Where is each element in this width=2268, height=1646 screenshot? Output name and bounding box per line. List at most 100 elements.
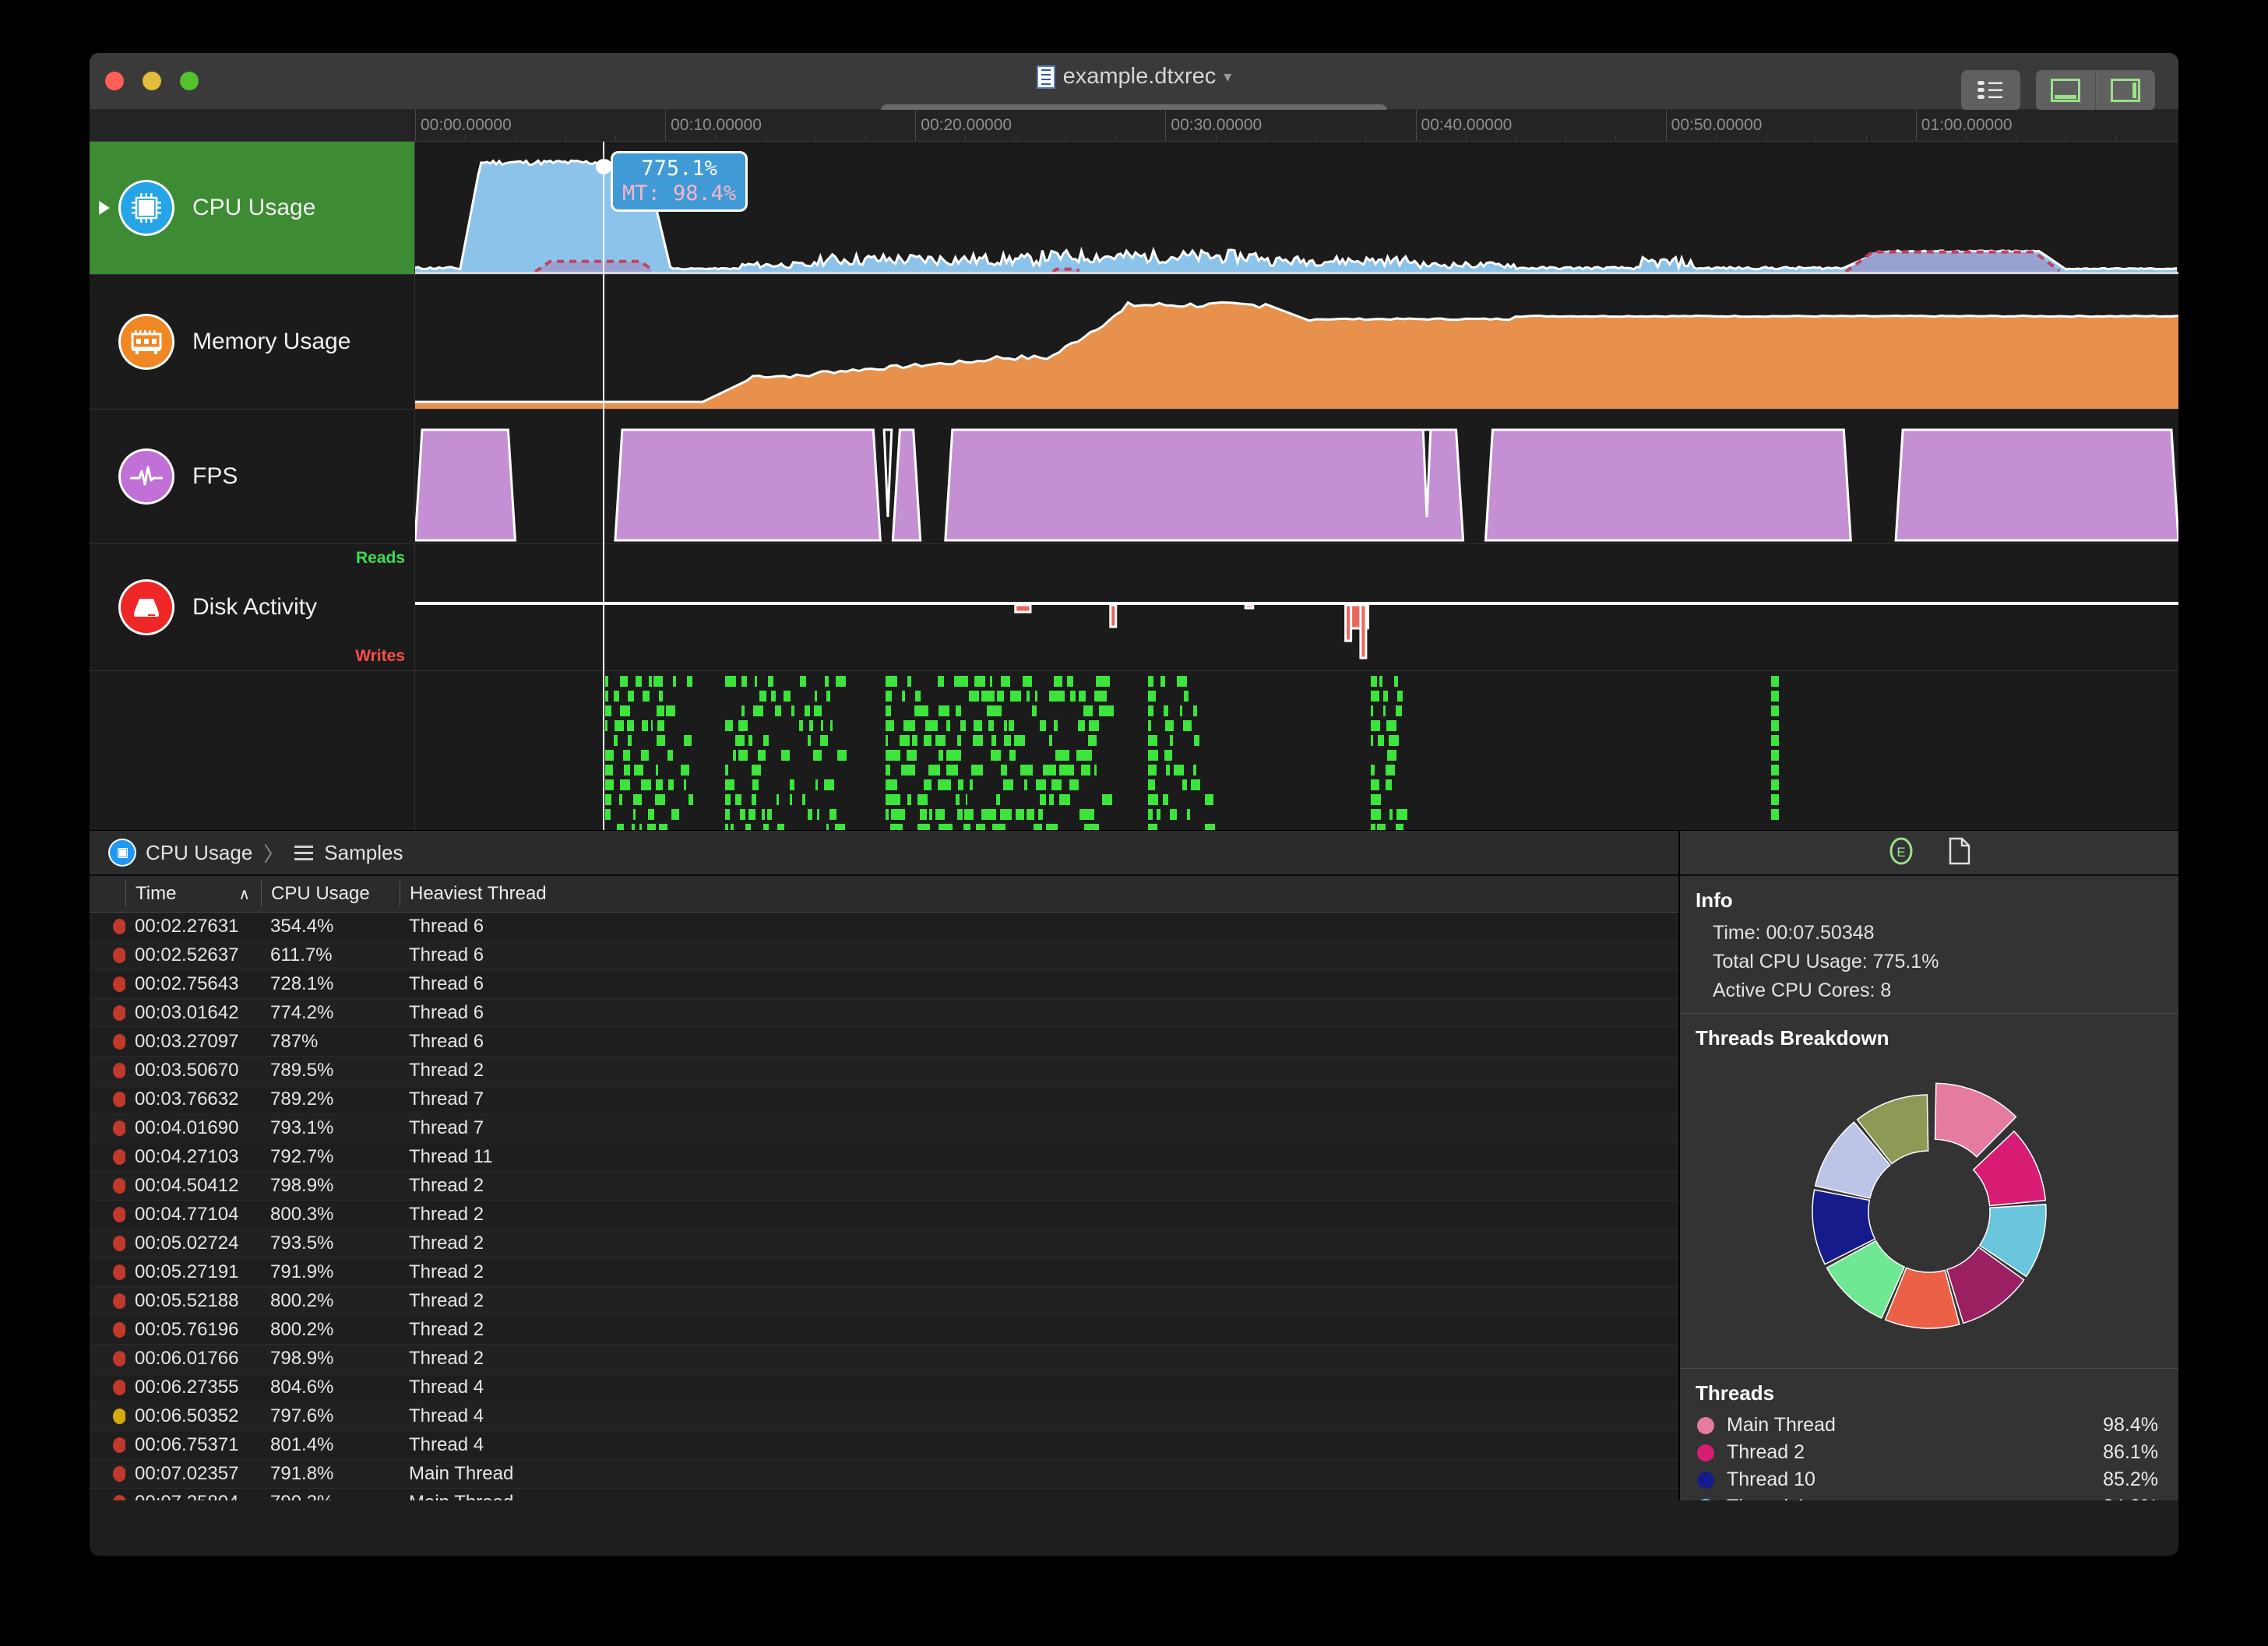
- thread-activity-block[interactable]: [1370, 735, 1374, 746]
- list-item[interactable]: Main Thread 98.4%: [1680, 1412, 2178, 1439]
- thread-activity-block[interactable]: [939, 750, 943, 761]
- breadcrumb-leaf[interactable]: Samples: [324, 841, 403, 865]
- thread-activity-block[interactable]: [633, 809, 636, 820]
- thread-activity-block[interactable]: [1770, 765, 1779, 776]
- thread-activity-block[interactable]: [1147, 779, 1156, 790]
- thread-activity-block[interactable]: [622, 750, 630, 761]
- track-cpu-usage[interactable]: CPU Usage: [90, 142, 2178, 275]
- breadcrumb-root[interactable]: CPU Usage: [146, 841, 252, 865]
- thread-activity-block[interactable]: [957, 809, 963, 820]
- thread-activity-block[interactable]: [642, 691, 650, 702]
- thread-activity-block[interactable]: [1016, 809, 1024, 820]
- thread-activity-block[interactable]: [1370, 676, 1377, 687]
- thread-activity-block[interactable]: [1009, 750, 1016, 761]
- thread-activity-block[interactable]: [1397, 691, 1403, 702]
- thread-activity-block[interactable]: [1770, 676, 1779, 687]
- thread-activity-block[interactable]: [672, 676, 676, 687]
- thread-activity-block[interactable]: [642, 720, 648, 731]
- thread-activity-block[interactable]: [826, 691, 831, 702]
- table-row[interactable]: 00:07.02357 791.8% Main Thread: [90, 1460, 1678, 1489]
- thread-activity-block[interactable]: [633, 765, 643, 776]
- table-row[interactable]: 00:05.02724 793.5% Thread 2: [90, 1229, 1678, 1258]
- track-graph-disk-activity[interactable]: [415, 544, 2178, 670]
- table-row[interactable]: 00:04.77104 800.3% Thread 2: [90, 1201, 1678, 1229]
- thread-activity-block[interactable]: [1094, 765, 1097, 776]
- thread-activity-block[interactable]: [789, 779, 794, 790]
- table-row[interactable]: 00:06.01766 798.9% Thread 2: [90, 1345, 1678, 1373]
- thread-activity-block[interactable]: [781, 750, 791, 761]
- thread-activity-block[interactable]: [1770, 691, 1779, 702]
- thread-activity-block[interactable]: [1069, 691, 1076, 702]
- toggle-detail-panel-button[interactable]: [2036, 70, 2095, 111]
- thread-activity-block[interactable]: [906, 750, 917, 761]
- thread-activity-block[interactable]: [1069, 779, 1079, 790]
- thread-activity-block[interactable]: [1389, 735, 1399, 746]
- thread-activity-block[interactable]: [619, 676, 628, 687]
- thread-activity-block[interactable]: [1770, 735, 1779, 746]
- thread-activity-block[interactable]: [754, 676, 757, 687]
- thread-activity-block[interactable]: [919, 809, 928, 820]
- thread-activity-block[interactable]: [885, 750, 901, 761]
- thread-activity-block[interactable]: [1037, 809, 1043, 820]
- thread-activity-block[interactable]: [655, 765, 658, 776]
- thread-activity-block[interactable]: [725, 779, 735, 790]
- thread-activity-block[interactable]: [641, 750, 650, 761]
- thread-activity-block[interactable]: [973, 735, 983, 746]
- thread-activity-block[interactable]: [1049, 735, 1052, 746]
- table-row[interactable]: 00:03.27097 787% Thread 6: [90, 1028, 1678, 1057]
- disclosure-triangle-icon[interactable]: [99, 201, 110, 215]
- thread-activity-block[interactable]: [738, 720, 748, 731]
- thread-activity-block[interactable]: [768, 676, 773, 687]
- timeline-ruler[interactable]: 00:00.00000 00:10.00000 00:20.00000 00:30.0…: [90, 110, 2178, 142]
- thread-activity-block[interactable]: [885, 705, 892, 716]
- extended-detail-icon[interactable]: E: [1888, 836, 1914, 870]
- thread-activity-block[interactable]: [986, 705, 1002, 716]
- playhead-line[interactable]: [602, 142, 604, 830]
- thread-activity-block[interactable]: [1164, 750, 1173, 761]
- thread-activity-block[interactable]: [1383, 705, 1386, 716]
- thread-activity-block[interactable]: [735, 735, 745, 746]
- thread-activity-block[interactable]: [907, 794, 911, 805]
- threads-breakdown-chart[interactable]: [1680, 1057, 2178, 1360]
- thread-activity-block[interactable]: [1770, 720, 1779, 731]
- thread-activity-block[interactable]: [1020, 765, 1033, 776]
- thread-activity-block[interactable]: [1164, 705, 1169, 716]
- thread-activity-block[interactable]: [1370, 705, 1373, 716]
- thread-activity-block[interactable]: [741, 705, 745, 716]
- thread-activity-block[interactable]: [1026, 809, 1035, 820]
- thread-activity-block[interactable]: [957, 779, 964, 790]
- thread-activity-block[interactable]: [954, 676, 969, 687]
- thread-activity-block[interactable]: [1077, 720, 1085, 731]
- thread-activity-block[interactable]: [1058, 765, 1075, 776]
- track-graph-thread-activity[interactable]: [415, 671, 2178, 833]
- thread-activity-block[interactable]: [1394, 676, 1398, 687]
- thread-activity-block[interactable]: [1147, 720, 1151, 731]
- thread-activity-block[interactable]: [924, 779, 932, 790]
- thread-activity-block[interactable]: [1009, 720, 1014, 731]
- thread-activity-block[interactable]: [1096, 676, 1110, 687]
- track-disk-activity[interactable]: Disk Activity Reads Writes: [90, 544, 2178, 671]
- thread-activity-block[interactable]: [819, 735, 829, 746]
- thread-activity-block[interactable]: [801, 794, 805, 805]
- thread-activity-block[interactable]: [809, 720, 814, 731]
- thread-activity-block[interactable]: [935, 809, 945, 820]
- thread-activity-block[interactable]: [1004, 720, 1007, 731]
- thread-activity-block[interactable]: [935, 735, 946, 746]
- thread-activity-block[interactable]: [605, 765, 614, 776]
- thread-activity-block[interactable]: [725, 794, 731, 805]
- thread-activity-block[interactable]: [885, 720, 894, 731]
- thread-activity-block[interactable]: [1157, 809, 1160, 820]
- thread-activity-block[interactable]: [619, 705, 630, 716]
- table-row[interactable]: 00:05.27191 791.9% Thread 2: [90, 1258, 1678, 1287]
- thread-activity-block[interactable]: [885, 691, 892, 702]
- thread-activity-block[interactable]: [900, 735, 910, 746]
- thread-activity-block[interactable]: [774, 705, 781, 716]
- track-label-disk-activity[interactable]: Disk Activity Reads Writes: [90, 544, 415, 670]
- thread-activity-block[interactable]: [1179, 705, 1183, 716]
- thread-activity-block[interactable]: [683, 779, 686, 790]
- thread-activity-block[interactable]: [748, 735, 752, 746]
- table-row[interactable]: 00:02.27631 354.4% Thread 6: [90, 913, 1678, 941]
- thread-activity-block[interactable]: [928, 765, 940, 776]
- table-row[interactable]: 00:05.76196 800.2% Thread 2: [90, 1316, 1678, 1345]
- track-graph-memory-usage[interactable]: [415, 275, 2178, 409]
